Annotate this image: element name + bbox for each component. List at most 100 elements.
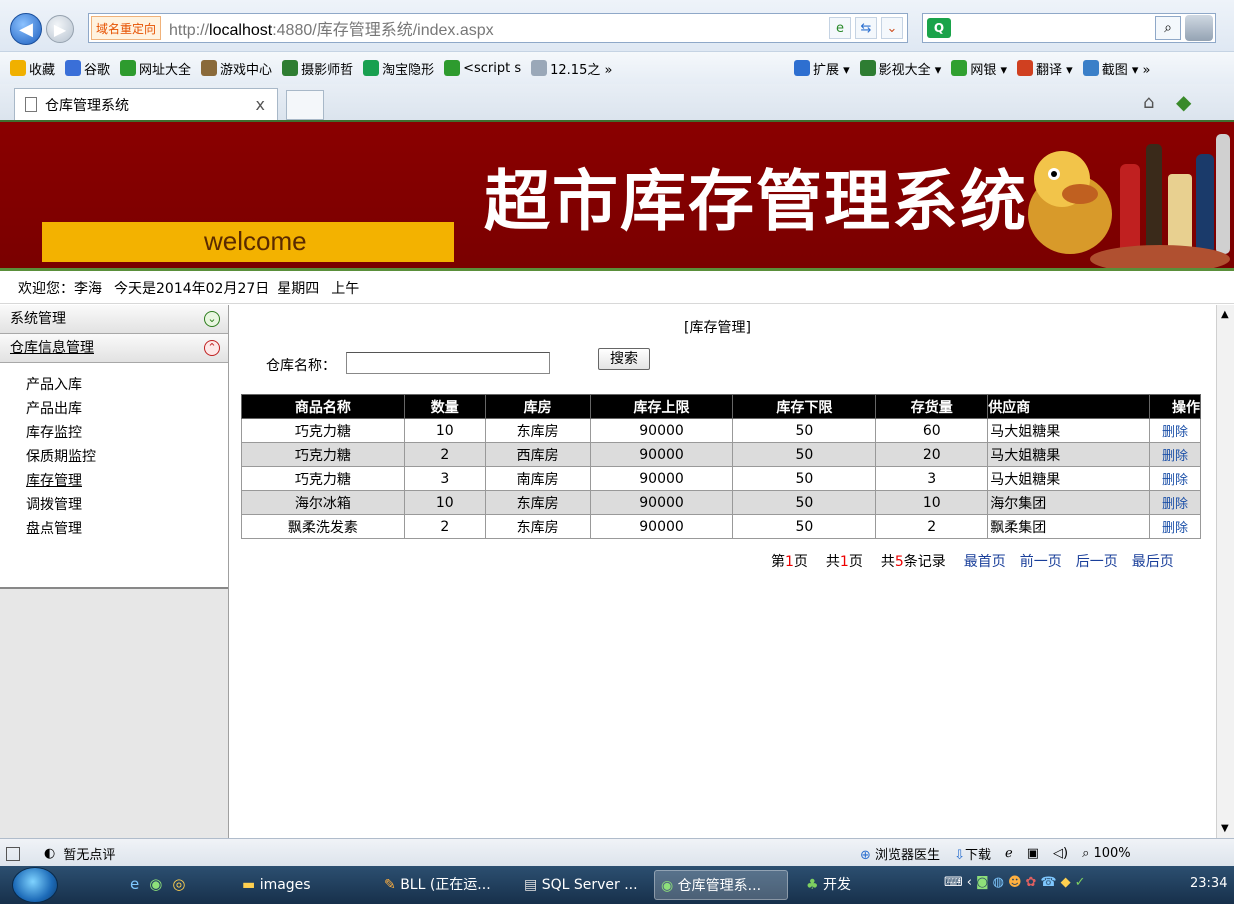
doctor-icon: ⊕: [860, 848, 871, 863]
favorite-label: 网址大全: [139, 62, 192, 78]
app-icon[interactable]: ◆: [1061, 875, 1071, 890]
favorite-item[interactable]: 网址大全: [120, 59, 191, 78]
user-avatar-icon[interactable]: [1185, 15, 1213, 41]
sidebar-item-inventory-monitor[interactable]: 库存监控: [26, 421, 228, 445]
media-icon[interactable]: ◎: [172, 875, 185, 893]
task-label: 开发: [823, 877, 852, 893]
greeting-user: 欢迎您：李海: [18, 281, 102, 297]
search-input[interactable]: Q ⌕: [922, 13, 1216, 43]
security-icon[interactable]: ✓: [1075, 875, 1086, 890]
sidebar-section-system[interactable]: 系统管理 ⌄: [0, 305, 228, 334]
table-cell: 马大姐糖果: [987, 418, 1151, 443]
start-button[interactable]: [12, 867, 58, 903]
task-dev[interactable]: ♣ 开发: [800, 870, 900, 900]
delete-link[interactable]: 删除: [1162, 521, 1188, 536]
favorite-item[interactable]: 游戏中心: [201, 59, 272, 78]
toolbar-tool[interactable]: 截图 ▾ »: [1082, 59, 1150, 78]
sidebar-item-stocktake[interactable]: 盘点管理: [26, 517, 228, 541]
table-cell: 飘柔集团: [987, 514, 1151, 539]
back-button[interactable]: ◀: [10, 13, 42, 45]
tool-icon: [859, 60, 876, 76]
task-images[interactable]: ▬ images: [236, 870, 368, 900]
sidebar-section-warehouse[interactable]: 仓库信息管理 ⌃: [0, 334, 228, 363]
warehouse-name-input[interactable]: [346, 352, 550, 374]
collapse-icon[interactable]: ⌃: [204, 340, 220, 356]
tab-warehouse-system[interactable]: 仓库管理系统 x: [14, 88, 278, 120]
new-tab-button[interactable]: [286, 90, 324, 120]
sidebar-item-inventory-management[interactable]: 库存管理: [26, 469, 228, 493]
sidebar-item-stock-in[interactable]: 产品入库: [26, 373, 228, 397]
favorite-item[interactable]: <script s: [444, 60, 521, 76]
sidebar-item-stock-out[interactable]: 产品出库: [26, 397, 228, 421]
tool-icon: [1082, 60, 1099, 76]
search-engine-icon[interactable]: Q: [927, 18, 951, 38]
toolbar-tool[interactable]: 扩展 ▾: [794, 59, 850, 78]
prev-page-link[interactable]: 前一页: [1020, 554, 1062, 570]
next-page-link[interactable]: 后一页: [1076, 554, 1118, 570]
panel-toggle-icon[interactable]: [6, 846, 20, 861]
favorite-item[interactable]: 谷歌: [65, 59, 110, 78]
task-warehouse-system[interactable]: ◉ 仓库管理系...: [654, 870, 788, 900]
favorite-item[interactable]: 收藏: [10, 59, 55, 78]
vertical-scrollbar[interactable]: ▲ ▼: [1216, 305, 1234, 838]
favorite-item[interactable]: 摄影师哲: [282, 59, 353, 78]
ie-icon[interactable]: e: [130, 875, 139, 893]
ie-compat-icon[interactable]: e: [829, 17, 851, 39]
keyboard-icon[interactable]: ⌨: [944, 875, 963, 890]
close-tab-icon[interactable]: x: [256, 95, 265, 114]
speaker-icon[interactable]: ◁): [1053, 846, 1068, 861]
toolbar-tool[interactable]: 网银 ▾: [951, 59, 1007, 78]
url-input[interactable]: 域名重定向 http://localhost:4880/库存管理系统/index…: [88, 13, 908, 43]
delete-link[interactable]: 删除: [1162, 473, 1188, 488]
toolbar-tool[interactable]: 翻译 ▾: [1017, 59, 1073, 78]
browser-doctor[interactable]: ⊕ 浏览器医生: [860, 844, 940, 863]
ie-mode-icon[interactable]: ℯ: [1005, 846, 1013, 861]
home-icon[interactable]: ⌂: [1143, 92, 1154, 113]
expand-icon[interactable]: ⌄: [204, 311, 220, 327]
back-arrow-icon[interactable]: ◆: [1176, 90, 1191, 114]
table-row: 飘柔洗发素 2 东库房 90000 50 2 飘柔集团 删除: [241, 514, 1201, 539]
redirect-badge[interactable]: 域名重定向: [91, 16, 162, 40]
delete-link[interactable]: 删除: [1162, 449, 1188, 464]
search-icon[interactable]: ⌕: [1155, 16, 1181, 40]
tray-expand-icon[interactable]: ‹: [967, 875, 972, 890]
table-cell: 3: [875, 466, 989, 491]
browser-icon[interactable]: ◉: [149, 875, 162, 893]
task-bll[interactable]: ✎ BLL (正在运...: [378, 870, 508, 900]
dropdown-chevron-icon[interactable]: ⌄: [881, 17, 903, 39]
window-icon[interactable]: ▣: [1027, 846, 1039, 861]
download-button[interactable]: ⇩下载: [954, 844, 991, 863]
table-cell: 删除: [1149, 442, 1201, 467]
tree-icon: ♣: [806, 877, 819, 893]
network-icon[interactable]: ◙: [976, 875, 989, 890]
forward-button[interactable]: ▶: [46, 15, 74, 43]
sync-icon[interactable]: ✿: [1026, 875, 1037, 890]
rating-text[interactable]: 暂无点评: [63, 844, 115, 863]
last-page-link[interactable]: 最后页: [1132, 554, 1174, 570]
search-button[interactable]: 搜索: [598, 348, 650, 370]
arrow-right-icon: ▶: [53, 19, 67, 39]
windows-taskbar: e ◉ ◎ ▬ images ✎ BLL (正在运... ▤ SQL Serve…: [0, 866, 1234, 904]
scroll-down-icon[interactable]: ▼: [1221, 823, 1229, 834]
first-page-link[interactable]: 最首页: [964, 554, 1006, 570]
url-scheme: http://: [169, 22, 210, 39]
site-title: 超市库存管理系统: [484, 162, 1028, 240]
toolbar-tool[interactable]: 影视大全 ▾: [859, 59, 941, 78]
url-text[interactable]: http://localhost:4880/库存管理系统/index.aspx: [169, 16, 494, 40]
task-sql-server[interactable]: ▤ SQL Server ...: [518, 870, 648, 900]
delete-link[interactable]: 删除: [1162, 497, 1188, 512]
refresh-icon[interactable]: ⇆: [855, 17, 877, 39]
clock[interactable]: 23:34: [1190, 876, 1227, 891]
scroll-up-icon[interactable]: ▲: [1221, 309, 1229, 320]
favorite-item[interactable]: 12.15之 »: [531, 59, 612, 78]
phone-icon[interactable]: ☎: [1040, 875, 1056, 890]
sidebar-item-shelf-life[interactable]: 保质期监控: [26, 445, 228, 469]
delete-link[interactable]: 删除: [1162, 425, 1188, 440]
zoom-control[interactable]: ⌕ 100%: [1082, 846, 1131, 861]
chat-icon[interactable]: ◍: [993, 875, 1004, 890]
column-header: 商品名称: [241, 394, 405, 419]
sidebar-item-transfer[interactable]: 调拨管理: [26, 493, 228, 517]
user-icon[interactable]: ☻: [1008, 875, 1022, 890]
arrow-left-icon: ◀: [19, 18, 33, 40]
favorite-item[interactable]: 淘宝隐形: [363, 59, 434, 78]
